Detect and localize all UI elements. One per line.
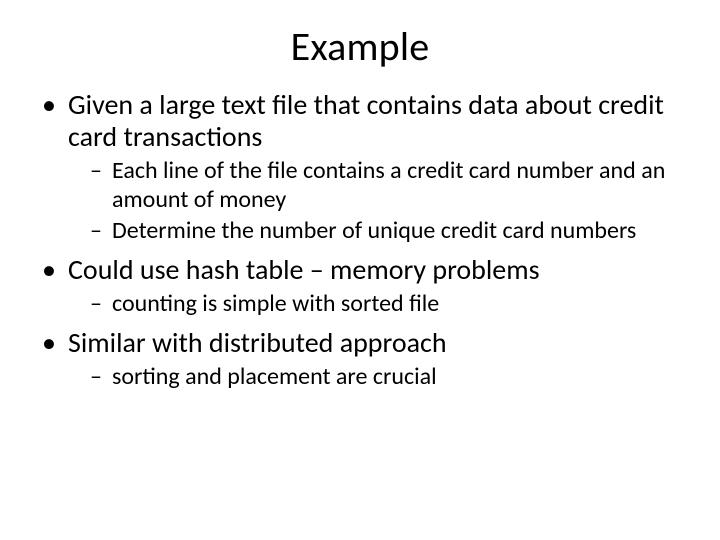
sub-bullet-text: Determine the number of unique credit ca… (112, 216, 636, 245)
sub-bullet-list: sorting and placement are crucial (68, 363, 682, 392)
sub-bullet-item: counting is simple with sorted file (90, 290, 682, 319)
sub-bullet-item: sorting and placement are crucial (90, 363, 682, 392)
sub-bullet-text: counting is simple with sorted file (112, 289, 439, 318)
bullet-text: Similar with distributed approach (68, 325, 447, 360)
bullet-text: Given a large text file that contains da… (68, 87, 664, 154)
sub-bullet-text: sorting and placement are crucial (112, 362, 437, 391)
bullet-item: Could use hash table – memory problems c… (42, 254, 682, 319)
sub-bullet-list: counting is simple with sorted file (68, 290, 682, 319)
slide: Example Given a large text file that con… (0, 0, 720, 540)
sub-bullet-text: Each line of the file contains a credit … (112, 156, 665, 214)
bullet-text: Could use hash table – memory problems (68, 252, 540, 287)
bullet-list: Given a large text file that contains da… (38, 89, 682, 392)
sub-bullet-item: Each line of the file contains a credit … (90, 157, 682, 215)
sub-bullet-list: Each line of the file contains a credit … (68, 157, 682, 245)
sub-bullet-item: Determine the number of unique credit ca… (90, 217, 682, 246)
bullet-item: Similar with distributed approach sortin… (42, 327, 682, 392)
bullet-item: Given a large text file that contains da… (42, 89, 682, 246)
slide-title: Example (38, 22, 682, 71)
